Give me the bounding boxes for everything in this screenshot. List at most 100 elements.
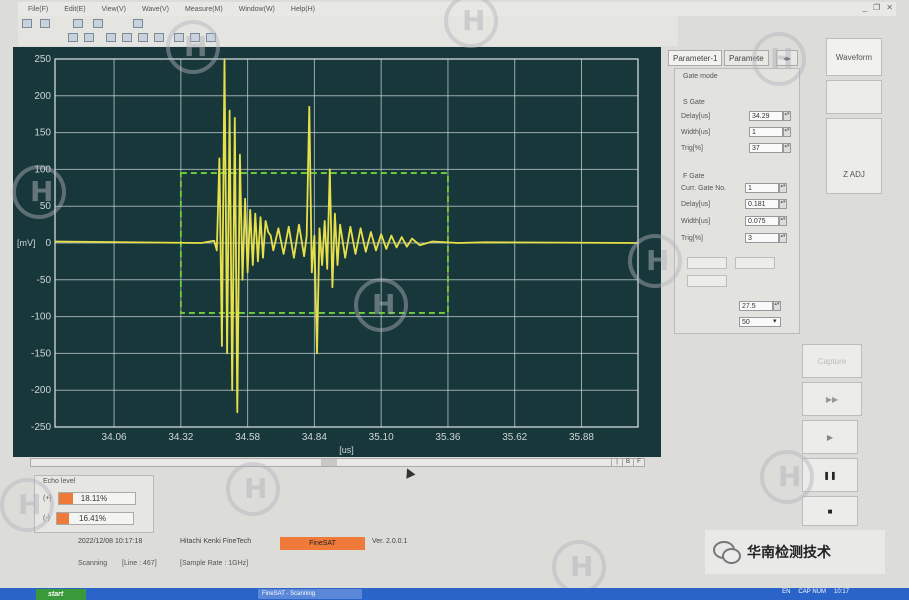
menu-view[interactable]: View(V) bbox=[102, 6, 126, 13]
start-button[interactable]: start bbox=[36, 589, 86, 600]
s-delay-field[interactable]: 34.29 bbox=[749, 111, 783, 121]
status-datetime: 2022/12/08 10:17:18 bbox=[78, 538, 143, 545]
taskbar-app-item[interactable]: FineSAT - Scanning bbox=[258, 589, 362, 599]
minimize-icon[interactable]: _ bbox=[863, 3, 867, 12]
s-width-field[interactable]: 1 bbox=[749, 127, 783, 137]
f-delay-field[interactable]: 0.181 bbox=[745, 199, 779, 209]
screen: File(F) Edit(E) View(V) Wave(V) Measure(… bbox=[0, 0, 909, 600]
status-company: Hitachi Kenki FineTech bbox=[180, 538, 252, 545]
table-icon[interactable] bbox=[154, 33, 164, 42]
f-delay-label: Delay[us] bbox=[681, 201, 711, 208]
waveform-panel: 250 200 150 100 50 0 -50 -100 -150 -200 -250 34.06 3… bbox=[13, 47, 661, 457]
status-version: Ver. 2.0.0.1 bbox=[372, 538, 408, 545]
mouse-cursor-icon bbox=[402, 466, 416, 479]
y-axis-unit: [mV] bbox=[17, 238, 36, 248]
watermark-logo-icon bbox=[166, 20, 220, 74]
y-tick-label: 0 bbox=[45, 238, 51, 249]
value-field-a[interactable]: 27.5 bbox=[739, 301, 773, 311]
toolbar bbox=[18, 16, 678, 46]
close-icon[interactable]: ✕ bbox=[886, 3, 893, 12]
tray-language[interactable]: EN bbox=[782, 589, 790, 595]
f-cur-gate-label: Curr. Gate No. bbox=[681, 185, 727, 192]
new-icon[interactable] bbox=[22, 19, 32, 28]
y-tick-label: 200 bbox=[34, 91, 51, 102]
echo-value-minus: 16.41% bbox=[79, 514, 107, 523]
s-trig-field[interactable]: 37 bbox=[749, 143, 783, 153]
fast-forward-button[interactable]: ▶▶ bbox=[802, 382, 862, 416]
f-delay-spinner[interactable]: ▴▾ bbox=[779, 199, 787, 209]
watermark-logo-icon bbox=[226, 462, 280, 516]
s-delay-label: Delay[us] bbox=[681, 113, 711, 120]
z-adj-button[interactable]: Z ADJ bbox=[826, 118, 882, 194]
s-gate-label: S Gate bbox=[683, 99, 705, 106]
x-tick-label: 34.84 bbox=[302, 432, 327, 443]
s-width-spinner[interactable]: ▴▾ bbox=[783, 127, 791, 137]
echo-row-minus: (-) 16.41% bbox=[43, 512, 134, 525]
taskbar bbox=[0, 588, 909, 600]
f-trig-field[interactable]: 3 bbox=[745, 233, 779, 243]
f-trig-spinner[interactable]: ▴▾ bbox=[779, 233, 787, 243]
x-tick-label: 34.32 bbox=[168, 432, 193, 443]
restore-icon[interactable]: ❐ bbox=[873, 3, 880, 12]
f-width-label: Width[us] bbox=[681, 218, 711, 225]
f-width-field[interactable]: 0.075 bbox=[745, 216, 779, 226]
wechat-icon bbox=[713, 541, 741, 564]
layout-icon[interactable] bbox=[122, 33, 132, 42]
right-button-2[interactable] bbox=[826, 80, 882, 114]
wechat-watermark: 华南检测技术 bbox=[705, 530, 885, 574]
parameter-panel: Gate mode S Gate Delay[us] 34.29 ▴▾ Widt… bbox=[674, 68, 800, 334]
grid-icon[interactable] bbox=[106, 33, 116, 42]
menu-window[interactable]: Window(W) bbox=[239, 6, 275, 13]
delete-gate-button[interactable] bbox=[735, 257, 775, 269]
y-tick-label: 250 bbox=[34, 54, 51, 65]
add-gate-button[interactable] bbox=[687, 257, 727, 269]
s-trig-label: Trig[%] bbox=[681, 145, 703, 152]
tray-clock: 10:17 bbox=[833, 589, 849, 595]
s-trig-spinner[interactable]: ▴▾ bbox=[783, 143, 791, 153]
y-tick-label: -250 bbox=[31, 422, 51, 433]
f-width-spinner[interactable]: ▴▾ bbox=[779, 216, 787, 226]
stop-button[interactable]: ■ bbox=[802, 496, 858, 526]
open-icon[interactable] bbox=[40, 19, 50, 28]
f-cur-gate-spinner[interactable]: ▴▾ bbox=[779, 183, 787, 193]
watermark-logo-icon bbox=[354, 278, 408, 332]
echo-value-plus: 18.11% bbox=[80, 494, 108, 503]
system-tray: EN CAP NUM 10:17 bbox=[782, 589, 849, 595]
watermark-logo-icon bbox=[760, 450, 814, 504]
scroll-button-first[interactable]: | bbox=[611, 459, 622, 466]
y-tick-label: -100 bbox=[31, 312, 51, 323]
watermark-logo-icon bbox=[752, 32, 806, 86]
menu-wave[interactable]: Wave(V) bbox=[142, 6, 169, 13]
y-tick-label: -150 bbox=[31, 348, 51, 359]
play-button[interactable]: ▶ bbox=[802, 420, 858, 454]
menu-file[interactable]: File(F) bbox=[28, 6, 48, 13]
f-cur-gate-field[interactable]: 1 bbox=[745, 183, 779, 193]
s-delay-spinner[interactable]: ▴▾ bbox=[783, 111, 791, 121]
echo-fill-minus bbox=[57, 513, 70, 524]
scroll-thumb[interactable] bbox=[321, 459, 337, 466]
capture-button[interactable]: Capture bbox=[802, 344, 862, 378]
zoom-in-icon[interactable] bbox=[68, 33, 78, 42]
menu-help[interactable]: Help(H) bbox=[291, 6, 315, 13]
tab-parameter-1[interactable]: Parameter-1 bbox=[668, 50, 723, 66]
status-scanning: Scanning bbox=[78, 560, 108, 567]
waveform-button[interactable]: Waveform bbox=[826, 38, 882, 76]
horizontal-scrollbar[interactable]: | B F bbox=[30, 458, 645, 467]
scroll-button-back[interactable]: B bbox=[622, 459, 633, 466]
echo-row-plus: (+) 18.11% bbox=[43, 492, 136, 505]
zoom-out-icon[interactable] bbox=[84, 33, 94, 42]
view-icon[interactable] bbox=[138, 33, 148, 42]
save-icon[interactable] bbox=[73, 19, 83, 28]
select-icon[interactable] bbox=[133, 19, 143, 28]
status-sample-rate: [Sample Rate : 1GHz] bbox=[180, 560, 249, 567]
print-icon[interactable] bbox=[93, 19, 103, 28]
menu-measure[interactable]: Measure(M) bbox=[185, 6, 223, 13]
gate-option-button[interactable] bbox=[687, 275, 727, 287]
value-a-spinner[interactable]: ▴▾ bbox=[773, 301, 781, 311]
menu-edit[interactable]: Edit(E) bbox=[64, 6, 85, 13]
scroll-button-forward[interactable]: F bbox=[633, 459, 644, 466]
tray-caps: CAP NUM bbox=[798, 589, 826, 595]
chevron-down-icon[interactable]: ▾ bbox=[773, 317, 777, 325]
y-tick-label: 150 bbox=[34, 128, 51, 139]
x-axis-unit: [us] bbox=[339, 445, 354, 455]
